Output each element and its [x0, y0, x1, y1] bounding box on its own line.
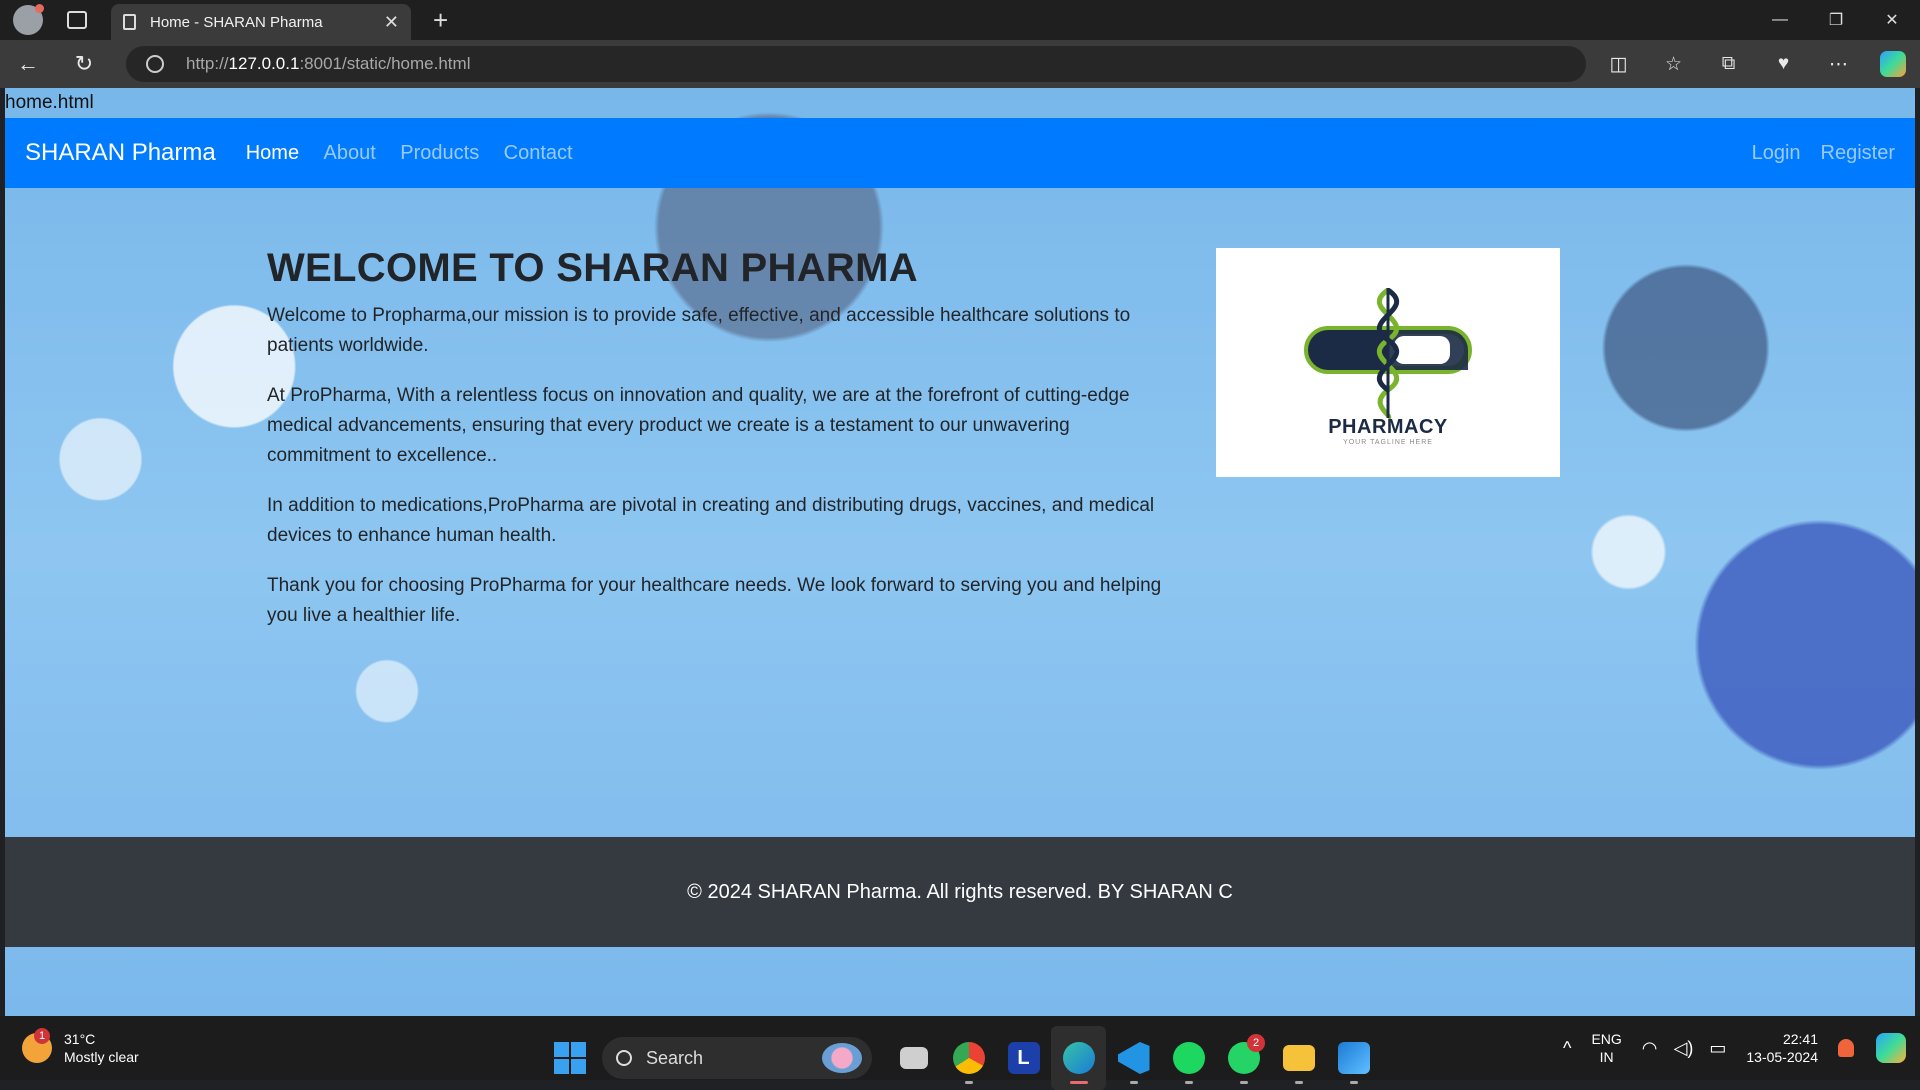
edge-icon	[1062, 1042, 1095, 1074]
split-screen-icon[interactable]: ◫	[1591, 53, 1646, 76]
restore-icon[interactable]: ❐	[1808, 0, 1864, 40]
wifi-icon[interactable]: ◠	[1642, 1038, 1658, 1059]
nav-about[interactable]: About	[324, 142, 376, 164]
chrome-icon	[952, 1042, 985, 1074]
products-paragraph: In addition to medications,ProPharma are…	[267, 495, 1155, 546]
nav-links: Home About Products Contact	[246, 142, 593, 165]
pharmacy-logo: PHARMACY YOUR TAGLINE HERE	[1216, 248, 1560, 477]
search-label: Search	[646, 1047, 704, 1068]
taskbar-search[interactable]: Search	[602, 1037, 872, 1079]
browser-tab-bar: Home - SHARAN Pharma ✕ + — ❐ ✕	[0, 0, 1920, 40]
taskbar: 1 31°C Mostly clear Search L 2 ^ ENG IN …	[0, 1016, 1920, 1090]
folder-icon	[1282, 1045, 1315, 1071]
weather-icon: 1	[22, 1028, 52, 1063]
main-content: WELCOME TO SHARAN PHARMA Welcome to Prop…	[267, 246, 1172, 651]
pen-app[interactable]	[1326, 1026, 1381, 1090]
tab-actions-icon[interactable]	[67, 11, 87, 29]
navbar-brand[interactable]: SHARAN Pharma	[25, 139, 216, 167]
window-controls: — ❐ ✕	[1752, 0, 1920, 40]
file-explorer-app[interactable]	[1271, 1026, 1326, 1090]
tab-title: Home - SHARAN Pharma	[150, 13, 323, 31]
url-host: 127.0.0.1	[228, 54, 300, 73]
notification-bell-icon[interactable]	[1838, 1039, 1854, 1057]
edge-app[interactable]	[1051, 1026, 1106, 1090]
task-view-icon	[899, 1047, 928, 1069]
browser-tab[interactable]: Home - SHARAN Pharma ✕	[111, 4, 411, 40]
nav-auth-links: Login Register	[1732, 142, 1895, 165]
search-highlight-icon	[822, 1043, 862, 1073]
url-field[interactable]: http://127.0.0.1:8001/static/home.html	[126, 46, 1586, 82]
weather-widget[interactable]: 1 31°C Mostly clear	[22, 1028, 139, 1066]
battery-icon[interactable]: ▭	[1709, 1038, 1726, 1059]
search-icon	[616, 1050, 632, 1066]
lang-region: IN	[1599, 1049, 1614, 1065]
vscode-app[interactable]	[1106, 1026, 1161, 1090]
taskbar-apps: Search L 2	[554, 1026, 1381, 1090]
task-view-app[interactable]	[886, 1026, 941, 1090]
url-rest: :8001/static/home.html	[299, 54, 471, 73]
intro-paragraph: Welcome to Propharma,our mission is to p…	[267, 305, 1131, 356]
profile-avatar[interactable]	[13, 4, 44, 35]
nav-contact[interactable]: Contact	[504, 142, 573, 164]
chevron-up-icon[interactable]: ^	[1563, 1038, 1571, 1059]
weather-badge: 1	[34, 1028, 50, 1044]
close-window-icon[interactable]: ✕	[1864, 0, 1920, 40]
nav-products[interactable]: Products	[400, 142, 479, 164]
start-icon[interactable]	[554, 1042, 586, 1074]
collections-icon[interactable]: ⧉	[1701, 53, 1756, 75]
nav-home[interactable]: Home	[246, 142, 299, 164]
navbar: SHARAN Pharma Home About Products Contac…	[5, 118, 1915, 188]
whatsapp-app[interactable]: 2	[1216, 1026, 1271, 1090]
page-viewport: home.html SHARAN Pharma Home About Produ…	[5, 88, 1915, 1016]
caduceus-capsule-icon	[1304, 287, 1472, 420]
l-app[interactable]: L	[996, 1026, 1051, 1090]
chrome-app[interactable]	[941, 1026, 996, 1090]
clock-time: 22:41	[1782, 1031, 1818, 1047]
nav-register[interactable]: Register	[1821, 142, 1895, 165]
volume-icon[interactable]: ◁)	[1674, 1038, 1694, 1059]
toolbar-right: ◫ ☆ ⧉ ♥ ⋯	[1591, 40, 1920, 88]
logo-tagline: YOUR TAGLINE HERE	[1343, 438, 1433, 446]
page-icon	[123, 14, 136, 30]
more-icon[interactable]: ⋯	[1811, 53, 1866, 76]
address-toolbar: ← ↻ http://127.0.0.1:8001/static/home.ht…	[0, 40, 1920, 88]
back-icon[interactable]: ←	[0, 40, 56, 88]
refresh-icon[interactable]: ↻	[56, 40, 112, 88]
whatsapp-badge: 2	[1247, 1034, 1265, 1052]
innovation-paragraph: At ProPharma, With a relentless focus on…	[267, 385, 1130, 466]
weather-temp: 31°C	[64, 1031, 96, 1047]
logo-title: PHARMACY	[1328, 415, 1448, 438]
spotify-icon	[1172, 1042, 1205, 1074]
footer-copyright: © 2024 SHARAN Pharma. All rights reserve…	[687, 880, 1233, 903]
page-heading: WELCOME TO SHARAN PHARMA	[267, 246, 918, 290]
favorites-icon[interactable]: ☆	[1646, 53, 1701, 76]
spotify-app[interactable]	[1161, 1026, 1216, 1090]
l-app-icon: L	[1007, 1042, 1040, 1074]
system-tray: ^ ENG IN ◠ ◁) ▭ 22:41 13-05-2024	[1555, 1016, 1920, 1080]
copilot-icon[interactable]	[1880, 51, 1906, 77]
globe-icon	[146, 55, 164, 73]
browser-essentials-icon[interactable]: ♥	[1756, 53, 1811, 75]
clock[interactable]: 22:41 13-05-2024	[1746, 1030, 1818, 1066]
minimize-icon[interactable]: —	[1752, 0, 1808, 40]
filename-label: home.html	[5, 92, 94, 113]
vscode-icon	[1117, 1042, 1150, 1074]
new-tab-icon[interactable]: +	[433, 5, 448, 36]
page-footer: © 2024 SHARAN Pharma. All rights reserve…	[5, 837, 1915, 947]
url-prefix: http://	[186, 54, 229, 73]
close-tab-icon[interactable]: ✕	[384, 12, 399, 33]
weather-desc: Mostly clear	[64, 1049, 139, 1065]
language-indicator[interactable]: ENG IN	[1591, 1030, 1621, 1066]
lang-code: ENG	[1591, 1031, 1622, 1047]
nav-login[interactable]: Login	[1752, 142, 1801, 165]
thanks-paragraph: Thank you for choosing ProPharma for you…	[267, 575, 1162, 626]
clock-date: 13-05-2024	[1746, 1049, 1818, 1065]
copilot-taskbar-icon[interactable]	[1876, 1033, 1906, 1063]
pen-icon	[1337, 1042, 1370, 1074]
